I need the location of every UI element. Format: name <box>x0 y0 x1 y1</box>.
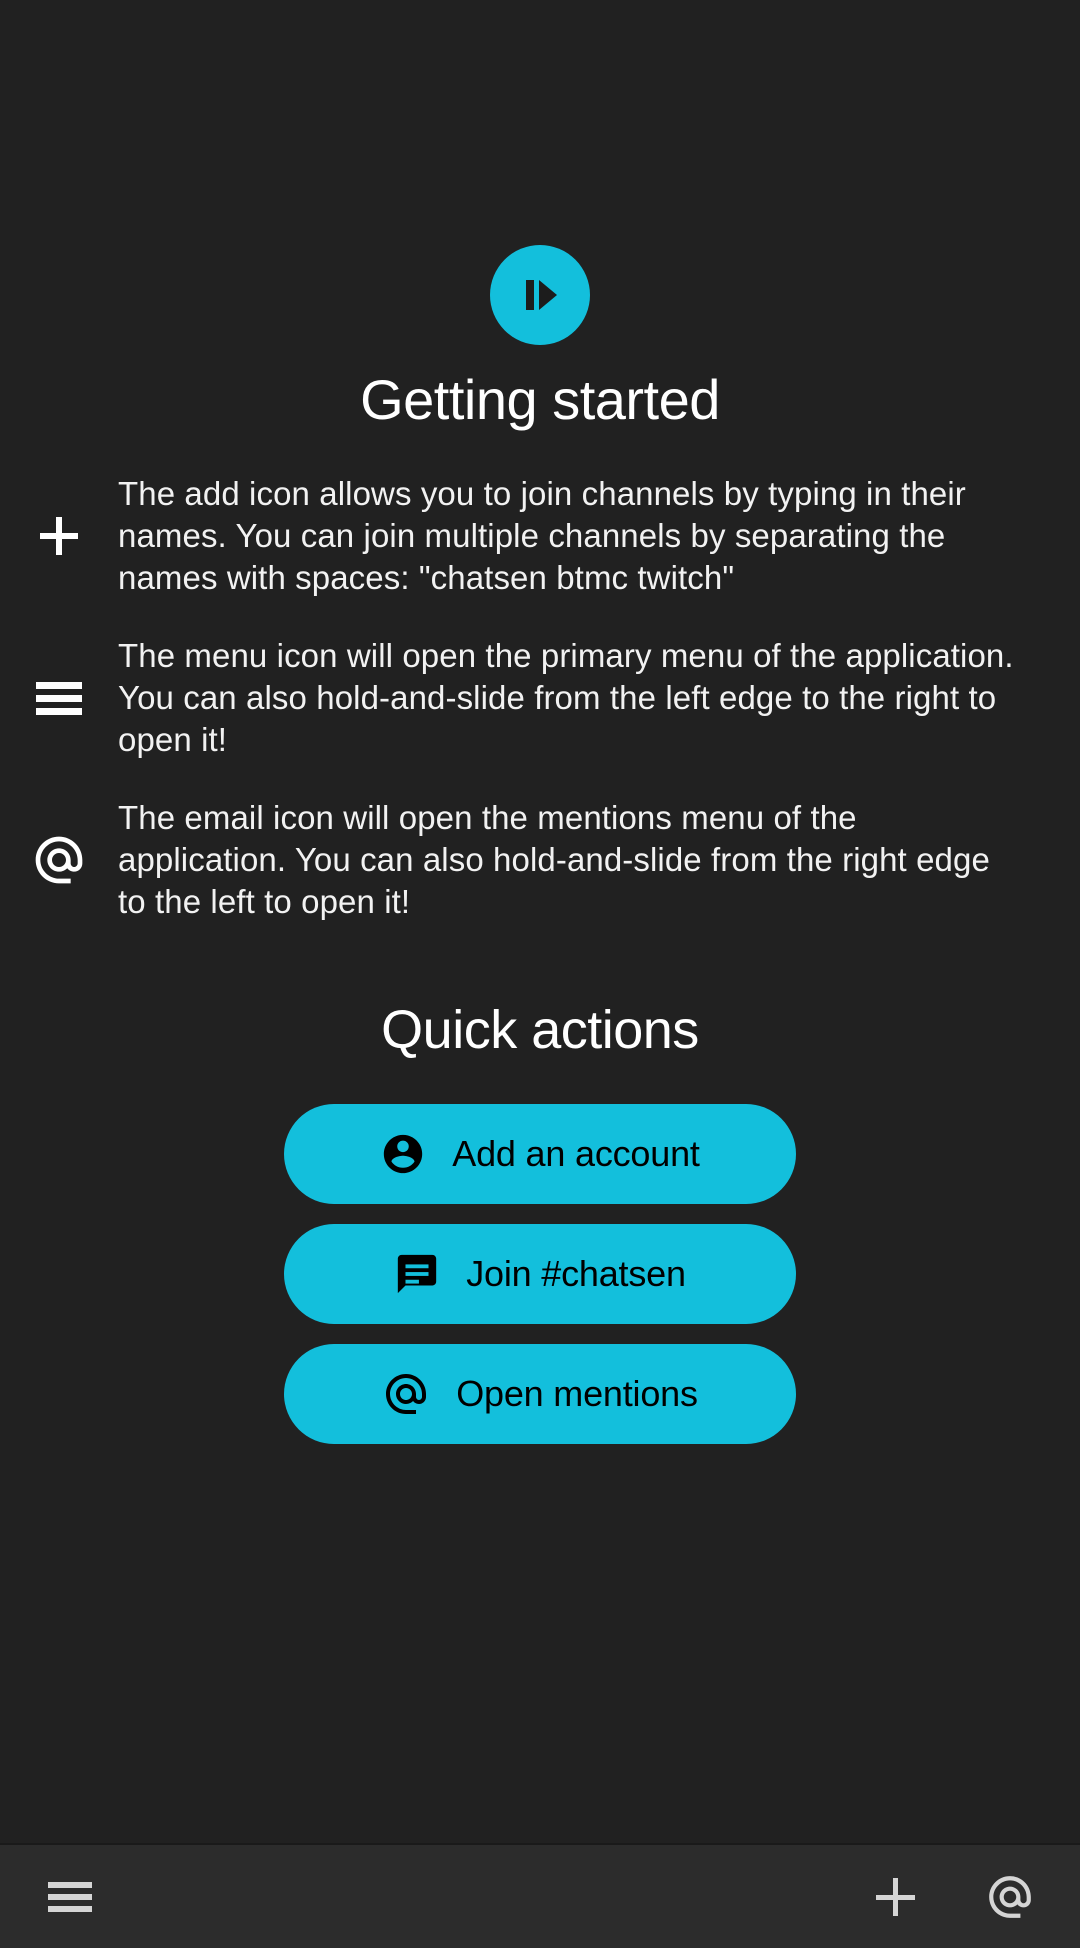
tip-item-add: The add icon allows you to join channels… <box>0 473 1050 599</box>
join-chatsen-label: Join #chatsen <box>466 1252 686 1294</box>
tip-item-mentions: The email icon will open the mentions me… <box>0 797 1050 923</box>
at-icon <box>985 1872 1035 1922</box>
tip-text: The add icon allows you to join channels… <box>118 474 966 596</box>
account-circle-icon <box>380 1131 426 1177</box>
bottom-navigation-bar <box>0 1843 1080 1948</box>
tip-text: The menu icon will open the primary menu… <box>118 636 1014 758</box>
open-mentions-label: Open mentions <box>456 1372 698 1414</box>
add-icon <box>0 500 118 572</box>
bottom-bar-right-group <box>854 1855 1052 1939</box>
quick-actions-title: Quick actions <box>381 999 699 1060</box>
join-chatsen-button[interactable]: Join #chatsen <box>284 1223 796 1324</box>
tip-item-menu: The menu icon will open the primary menu… <box>0 635 1050 761</box>
menu-icon <box>0 662 118 734</box>
page-title: Getting started <box>360 368 720 431</box>
mentions-button[interactable] <box>968 1855 1052 1939</box>
menu-icon <box>46 1877 94 1917</box>
quick-actions-list: Add an account Join #chatsen Open mentio… <box>0 1103 1080 1444</box>
getting-started-content: Getting started The add icon allows you … <box>0 0 1080 1843</box>
add-channel-button[interactable] <box>854 1855 938 1939</box>
tip-text: The email icon will open the mentions me… <box>118 798 990 920</box>
app-logo-container <box>0 0 1080 345</box>
add-account-label: Add an account <box>452 1132 700 1174</box>
add-account-button[interactable]: Add an account <box>284 1103 796 1204</box>
bottom-bar-left-group <box>28 1855 112 1939</box>
menu-button[interactable] <box>28 1855 112 1939</box>
chatsen-play-logo-icon <box>490 245 590 345</box>
app-root: Getting started The add icon allows you … <box>0 0 1080 1948</box>
open-mentions-button[interactable]: Open mentions <box>284 1343 796 1444</box>
tips-list: The add icon allows you to join channels… <box>0 473 1080 923</box>
add-icon <box>871 1872 921 1922</box>
at-icon <box>0 824 118 896</box>
at-icon <box>382 1370 430 1418</box>
chat-bubble-icon <box>394 1251 440 1297</box>
